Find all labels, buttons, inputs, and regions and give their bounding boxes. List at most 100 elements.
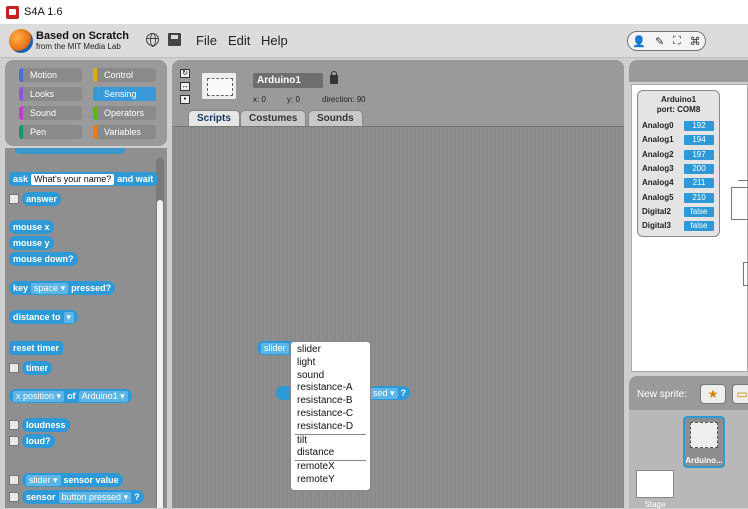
distance-dropdown[interactable]: ▾ — [63, 311, 75, 323]
attribute-of-block[interactable]: x position ▾ of Arduino1 ▾ — [9, 389, 132, 403]
category-control[interactable]: Control — [93, 68, 156, 82]
sensor-pressed-checkbox[interactable] — [9, 492, 19, 502]
script-button-dropdown[interactable]: sed ▾ — [369, 387, 398, 399]
loudness-block[interactable]: loudness — [22, 418, 70, 432]
language-globe-icon[interactable] — [146, 33, 159, 47]
brand-line2: from the MIT Media Lab — [36, 42, 121, 51]
ask-label: ask — [13, 174, 29, 184]
new-sprite-label: New sprite: — [637, 389, 688, 400]
menu-item-resistance-b[interactable]: resistance-B — [291, 395, 370, 408]
sensor-row-value: 197 — [684, 150, 714, 160]
sensor-value-block[interactable]: slider ▾ sensor value — [22, 473, 123, 487]
menu-file[interactable]: File — [196, 33, 217, 48]
sensor-pressed-block[interactable]: sensor button pressed ▾ ? — [22, 490, 144, 504]
menu-item-tilt[interactable]: tilt — [291, 435, 370, 448]
ask-text-field[interactable]: What's your name? — [31, 173, 115, 185]
stage-tile[interactable] — [636, 470, 674, 498]
stage-toolbar — [629, 60, 748, 82]
category-variables[interactable]: Variables — [93, 125, 156, 139]
brand-line1: Based on Scratch — [36, 30, 129, 42]
menu-item-sound[interactable]: sound — [291, 370, 370, 383]
sensor-row-label: Analog1 — [642, 135, 674, 144]
menu-item-resistance-c[interactable]: resistance-C — [291, 408, 370, 421]
category-operators[interactable]: Operators — [93, 106, 156, 120]
tab-scripts[interactable]: Scripts — [188, 110, 240, 126]
paint-sprite-star-icon[interactable]: ★ — [700, 384, 726, 404]
shrink-icon[interactable]: ⌘ — [690, 35, 701, 48]
palette-scrollbar[interactable] — [156, 158, 164, 508]
timer-checkbox[interactable] — [9, 363, 19, 373]
pressed-label: pressed? — [71, 283, 112, 293]
key-dropdown[interactable]: space ▾ — [31, 282, 69, 294]
flip-lr-icon[interactable]: ↔ — [180, 82, 190, 91]
fullscreen-icon[interactable]: ⛶ — [673, 35, 681, 48]
ask-block[interactable]: ask What's your name? and wait — [9, 172, 158, 186]
sensor-row-value: 200 — [684, 164, 714, 174]
no-rotate-icon[interactable]: • — [180, 95, 190, 104]
sensor-row-value: false — [684, 207, 714, 217]
script-q-label: ? — [400, 388, 407, 398]
mouse-down-block[interactable]: mouse down? — [9, 252, 78, 266]
attribute-dropdown[interactable]: x position ▾ — [13, 390, 65, 402]
answer-block[interactable]: answer — [22, 192, 62, 206]
sensor-dropdown-menu: slider light sound resistance-A resistan… — [290, 341, 371, 491]
loud-block[interactable]: loud? — [22, 434, 55, 448]
tab-costumes[interactable]: Costumes — [240, 110, 307, 126]
sensor-row-label: Digital2 — [642, 207, 671, 216]
sensor-dropdown[interactable]: slider ▾ — [26, 474, 61, 486]
rotate-all-icon[interactable]: ↻ — [180, 69, 190, 78]
scrollbar-thumb[interactable] — [157, 200, 163, 508]
menu-item-distance[interactable]: distance — [291, 447, 370, 460]
timer-block[interactable]: timer — [22, 361, 53, 375]
x-coord-label: x: 0 — [253, 95, 266, 104]
menu-item-resistance-a[interactable]: resistance-A — [291, 382, 370, 395]
sensor-row-label: Analog5 — [642, 193, 674, 202]
menu-help[interactable]: Help — [261, 33, 288, 48]
app-icon — [6, 5, 19, 19]
loud-checkbox[interactable] — [9, 436, 19, 446]
mouse-y-block[interactable]: mouse y — [9, 236, 54, 250]
sensor-value-checkbox[interactable] — [9, 475, 19, 485]
category-pen[interactable]: Pen — [19, 125, 82, 139]
tab-sounds[interactable]: Sounds — [308, 110, 363, 126]
block-palette: ask What's your name? and wait answer mo… — [5, 148, 167, 508]
lock-icon[interactable] — [330, 71, 338, 84]
sensor-q-label: ? — [134, 492, 140, 502]
and-wait-label: and wait — [117, 174, 154, 184]
open-sprite-folder-icon[interactable]: ▭ — [732, 384, 748, 404]
sensor-row-value: 211 — [684, 178, 714, 188]
sensor-row-label: Analog2 — [642, 150, 674, 159]
mouse-x-block[interactable]: mouse x — [9, 220, 54, 234]
reset-timer-block[interactable]: reset timer — [9, 341, 64, 355]
partial-block[interactable] — [15, 148, 125, 154]
distance-to-block[interactable]: distance to ▾ — [9, 310, 79, 324]
answer-checkbox[interactable] — [9, 194, 19, 204]
s4a-logo-icon — [9, 29, 33, 53]
menu-edit[interactable]: Edit — [228, 33, 250, 48]
of-label: of — [67, 391, 76, 401]
object-dropdown[interactable]: Arduino1 ▾ — [78, 390, 128, 402]
menu-item-slider[interactable]: slider — [291, 344, 370, 357]
wrench-icon[interactable]: ✎ — [655, 35, 664, 48]
menu-item-resistance-d[interactable]: resistance-D — [291, 421, 370, 434]
menu-item-remotex[interactable]: remoteX — [291, 461, 370, 474]
script-sensor-dropdown[interactable]: slider — [261, 342, 289, 354]
sensor-row-label: Digital3 — [642, 221, 671, 230]
person-icon[interactable]: 👤 — [632, 35, 646, 48]
sensor-button-dropdown[interactable]: button pressed ▾ — [58, 491, 132, 503]
category-sensing[interactable]: Sensing — [93, 87, 156, 101]
save-disk-icon[interactable] — [168, 33, 181, 46]
menu-item-light[interactable]: light — [291, 357, 370, 370]
key-pressed-block[interactable]: key space ▾ pressed? — [9, 281, 116, 295]
category-sound[interactable]: Sound — [19, 106, 82, 120]
sensor-row-value: 210 — [684, 193, 714, 203]
category-motion[interactable]: Motion — [19, 68, 82, 82]
category-looks[interactable]: Looks — [19, 87, 82, 101]
menu-item-remotey[interactable]: remoteY — [291, 474, 370, 487]
sensor-row-value: 194 — [684, 135, 714, 145]
scripts-area[interactable]: slider sed ▾ ? — [172, 126, 624, 508]
sensor-value-label: sensor value — [63, 475, 119, 485]
sprite-name-field[interactable]: Arduino1 — [253, 73, 323, 88]
stage-shape — [743, 262, 748, 286]
loudness-checkbox[interactable] — [9, 420, 19, 430]
